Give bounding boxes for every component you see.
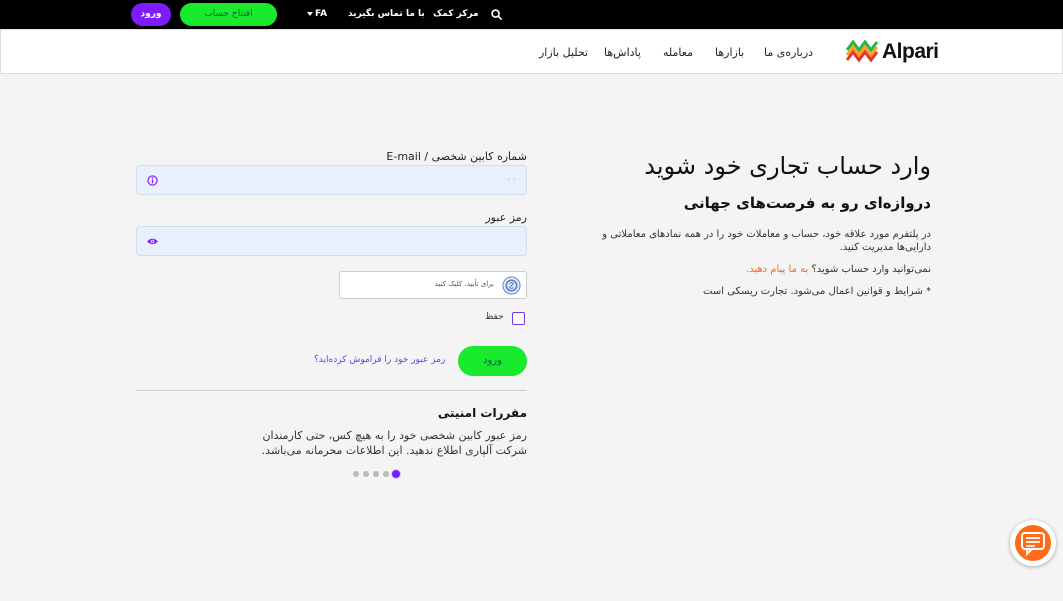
- account-input[interactable]: · ·: [136, 165, 527, 195]
- nav-item-markets[interactable]: بازارها: [715, 30, 744, 75]
- alpari-logo-icon: [845, 39, 879, 63]
- login-button[interactable]: ورود: [458, 346, 527, 376]
- eye-icon[interactable]: [146, 237, 159, 246]
- caret-down-icon: [307, 11, 313, 16]
- password-label: رمز عبور: [485, 211, 527, 224]
- captcha-widget[interactable]: برای تأیید، کلیک کنید: [339, 271, 527, 299]
- open-account-button[interactable]: افتتاح حساب: [180, 3, 277, 26]
- cant-login-label: نمی‌توانید وارد حساب شوید؟: [811, 264, 931, 275]
- password-input[interactable]: [136, 226, 527, 256]
- terms-note: * شرایط و قوانین اعمال می‌شود. تجارت ریس…: [703, 286, 931, 297]
- remember-checkbox[interactable]: [512, 312, 525, 325]
- cant-login-text: نمی‌توانید وارد حساب شوید؟ به ما پیام ده…: [746, 264, 931, 275]
- info-icon[interactable]: [147, 175, 158, 186]
- help-center-link[interactable]: مرکز کمک: [433, 0, 479, 29]
- intro-description: در پلتفرم مورد علاقه خود، حساب و معاملات…: [602, 229, 931, 253]
- security-text: رمز عبور کابین شخصی خود را به هیچ کس، حت…: [261, 429, 527, 457]
- contact-us-link[interactable]: با ما تماس بگیرید: [348, 0, 425, 29]
- captcha-text: برای تأیید، کلیک کنید: [434, 280, 494, 288]
- logo-text: Alpari: [882, 40, 939, 63]
- carousel-dot[interactable]: [373, 471, 379, 477]
- main-nav: تحلیل بازار پاداش‌ها معامله بازارها دربا…: [0, 29, 1063, 74]
- account-input-value: · ·: [507, 175, 516, 185]
- nav-item-analysis[interactable]: تحلیل بازار: [539, 30, 588, 75]
- message-us-link[interactable]: به ما پیام دهید.: [746, 264, 808, 275]
- forgot-password-link[interactable]: رمز عبور خود را فراموش کرده‌اید؟: [314, 355, 445, 365]
- captcha-icon: [502, 276, 521, 295]
- carousel-dot-active[interactable]: [392, 470, 400, 478]
- nav-item-about[interactable]: درباره‌ی ما: [764, 30, 813, 75]
- remember-label: حفظ: [485, 312, 504, 322]
- page-subtitle: دروازه‌ای رو به فرصت‌های جهانی: [683, 194, 931, 212]
- security-title: مقررات امنیتی: [437, 406, 527, 420]
- top-bar: ورود افتتاح حساب FA با ما تماس بگیرید مر…: [0, 0, 1063, 29]
- carousel-dot[interactable]: [383, 471, 389, 477]
- search-icon[interactable]: [491, 9, 502, 20]
- intro-section: وارد حساب تجاری خود شوید دروازه‌ای رو به…: [571, 152, 931, 297]
- nav-item-trade[interactable]: معامله: [663, 30, 693, 75]
- login-top-button[interactable]: ورود: [131, 3, 171, 26]
- chat-button[interactable]: [1010, 520, 1056, 566]
- language-selector[interactable]: FA: [307, 0, 327, 29]
- account-label: شماره کابین شخصی / E-mail: [386, 150, 527, 163]
- alpari-logo[interactable]: Alpari: [845, 38, 939, 66]
- chat-icon: [1021, 532, 1045, 556]
- carousel-dot[interactable]: [353, 471, 359, 477]
- page-title: وارد حساب تجاری خود شوید: [644, 152, 931, 180]
- carousel-dot[interactable]: [363, 471, 369, 477]
- language-label: FA: [315, 9, 328, 19]
- nav-item-rewards[interactable]: پاداش‌ها: [604, 30, 641, 75]
- divider: [136, 390, 527, 391]
